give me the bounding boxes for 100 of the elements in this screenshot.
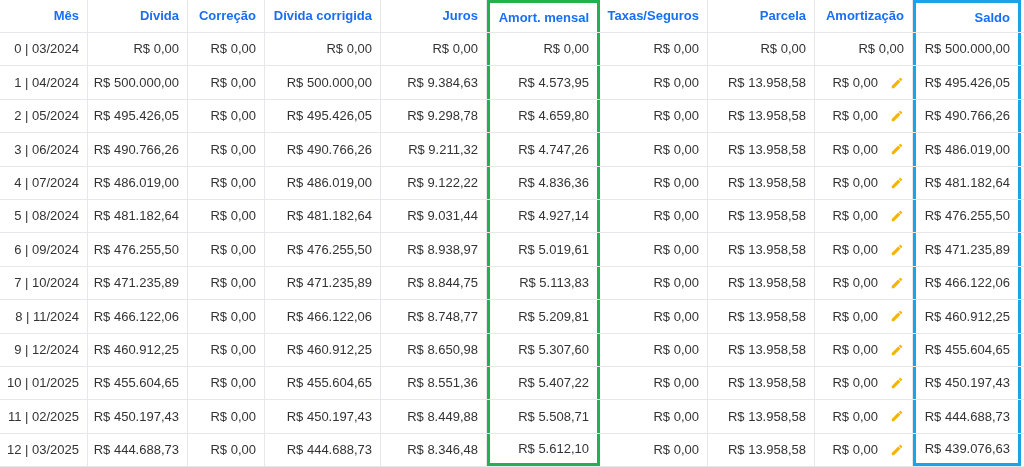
table-cell-text: R$ 481.182,64 — [924, 174, 1010, 192]
table-cell-text: R$ 0,00 — [653, 207, 699, 226]
table-cell-text: R$ 455.604,65 — [924, 340, 1010, 359]
table-cell-text: R$ 0,00 — [210, 274, 256, 293]
table-cell-text: R$ 0,00 — [133, 40, 179, 59]
table-cell-text: R$ 450.197,43 — [924, 374, 1010, 393]
table-cell-text: R$ 0,00 — [210, 73, 256, 92]
table-cell-text: R$ 476.255,50 — [286, 240, 372, 259]
table-cell-text: R$ 4.927,14 — [518, 207, 589, 226]
table-cell-text: R$ 450.197,43 — [286, 407, 372, 426]
table-cell-text: R$ 476.255,50 — [93, 240, 179, 259]
table-cell-text: R$ 0,00 — [832, 340, 878, 359]
table-cell-text: R$ 0,00 — [653, 274, 699, 293]
pencil-icon[interactable] — [890, 376, 904, 391]
table-cell-text: R$ 466.122,06 — [924, 274, 1010, 293]
table-cell-text: 1 | 04/2024 — [14, 73, 79, 92]
table-cell-text: R$ 5.209,81 — [518, 307, 589, 326]
table-cell-text: R$ 13.958,58 — [727, 240, 806, 259]
column-header: Dívida — [88, 0, 188, 32]
pencil-icon[interactable] — [890, 142, 904, 157]
table-cell-text: R$ 495.426,05 — [93, 107, 179, 126]
pencil-icon[interactable] — [890, 409, 904, 424]
table-cell-text: R$ 9.298,78 — [407, 107, 478, 126]
table-cell-text: R$ 0,00 — [653, 140, 699, 159]
table-cell-text: R$ 0,00 — [832, 441, 878, 460]
table-cell-text: R$ 5.019,61 — [518, 240, 589, 259]
column-header: Mês — [0, 0, 88, 32]
table-cell-text: R$ 9.031,44 — [407, 207, 478, 226]
table-cell-text: R$ 490.766,26 — [93, 140, 179, 159]
table-cell-text: R$ 476.255,50 — [924, 207, 1010, 226]
table-cell-text: R$ 8.650,98 — [407, 340, 478, 359]
table-cell-text: R$ 450.197,43 — [93, 407, 179, 426]
pencil-icon[interactable] — [890, 342, 904, 357]
table-cell-text: R$ 0,00 — [760, 40, 806, 59]
table-cell-text: R$ 0,00 — [832, 207, 878, 226]
table-cell-text: R$ 0,00 — [832, 174, 878, 192]
table-cell-text: R$ 0,00 — [210, 207, 256, 226]
pencil-icon[interactable] — [890, 242, 904, 257]
table-cell-text: R$ 4.573,95 — [518, 73, 589, 92]
table-cell-text: R$ 4.659,80 — [518, 107, 589, 126]
table-cell-text: R$ 0,00 — [543, 40, 589, 59]
table-cell-text: R$ 500.000,00 — [286, 73, 372, 92]
table-cell-text: 9 | 12/2024 — [14, 340, 79, 359]
table-cell-text: R$ 0,00 — [210, 374, 256, 393]
table-cell-text: R$ 9.211,32 — [408, 140, 478, 159]
table-cell-text: R$ 439.076,63 — [924, 439, 1010, 458]
table-cell-text: R$ 500.000,00 — [93, 73, 179, 92]
table-cell-text: R$ 0,00 — [653, 73, 699, 92]
pencil-icon[interactable] — [890, 108, 904, 123]
table-cell-text: R$ 0,00 — [653, 407, 699, 426]
table-cell-text: R$ 490.766,26 — [286, 140, 372, 159]
table-cell-text: R$ 455.604,65 — [93, 374, 179, 393]
table-cell-text: R$ 455.604,65 — [286, 374, 372, 393]
table-cell-text: 2 | 05/2024 — [14, 107, 79, 126]
table-cell-text: R$ 471.235,89 — [93, 274, 179, 293]
table-cell-text: R$ 13.958,58 — [727, 307, 806, 326]
table-cell-text: R$ 9.122,22 — [407, 174, 478, 192]
table-cell-text: 3 | 06/2024 — [14, 140, 79, 159]
pencil-icon[interactable] — [890, 175, 904, 190]
table-cell-text: R$ 481.182,64 — [93, 207, 179, 226]
column-header: Juros — [381, 0, 487, 32]
pencil-icon[interactable] — [890, 209, 904, 224]
table-cell-text: R$ 444.688,73 — [286, 441, 372, 460]
table-cell-text: R$ 5.612,10 — [518, 439, 589, 458]
table-cell-text: R$ 0,00 — [832, 140, 878, 159]
table-cell-text: R$ 8.844,75 — [407, 274, 478, 293]
table-cell-text: 11 | 02/2025 — [7, 407, 79, 426]
column-header: Amortização — [815, 0, 913, 32]
table-cell-text: R$ 0,00 — [210, 441, 256, 460]
table-cell-text: R$ 444.688,73 — [93, 441, 179, 460]
column-header: Saldo — [913, 0, 1021, 32]
table-cell-text: R$ 495.426,05 — [924, 73, 1010, 92]
table-cell-text: R$ 0,00 — [210, 140, 256, 159]
table-cell-text: R$ 0,00 — [210, 107, 256, 126]
pencil-icon[interactable] — [890, 75, 904, 90]
table-cell-text: R$ 0,00 — [653, 107, 699, 126]
table-cell-text: R$ 8.938,97 — [407, 240, 478, 259]
column-header: Amort. mensal — [487, 0, 600, 32]
table-cell-text: R$ 13.958,58 — [727, 340, 806, 359]
table-cell-text: R$ 0,00 — [832, 240, 878, 259]
table-cell-text: R$ 0,00 — [210, 174, 256, 192]
pencil-icon[interactable] — [890, 275, 904, 290]
table-cell-text: R$ 495.426,05 — [286, 107, 372, 126]
pencil-icon[interactable] — [890, 309, 904, 324]
table-cell-text: R$ 471.235,89 — [286, 274, 372, 293]
table-cell-text: 12 | 03/2025 — [6, 441, 79, 460]
table-cell-text: 7 | 10/2024 — [14, 274, 79, 293]
table-cell-text: R$ 13.958,58 — [727, 441, 806, 460]
table-cell-text: R$ 0,00 — [653, 307, 699, 326]
pencil-icon[interactable] — [890, 442, 904, 457]
table-cell-text: R$ 13.958,58 — [727, 107, 806, 126]
table-cell-text: R$ 13.958,58 — [727, 174, 806, 192]
table-cell-text: R$ 0,00 — [653, 40, 699, 59]
table-cell-text: R$ 0,00 — [832, 107, 878, 126]
table-cell-text: R$ 486.019,00 — [286, 174, 372, 192]
table-cell-text: 5 | 08/2024 — [14, 207, 79, 226]
table-cell-text: R$ 0,00 — [210, 340, 256, 359]
table-cell-text: R$ 466.122,06 — [93, 307, 179, 326]
table-cell-text: R$ 0,00 — [653, 174, 699, 192]
table-cell-text: R$ 0,00 — [832, 374, 878, 393]
